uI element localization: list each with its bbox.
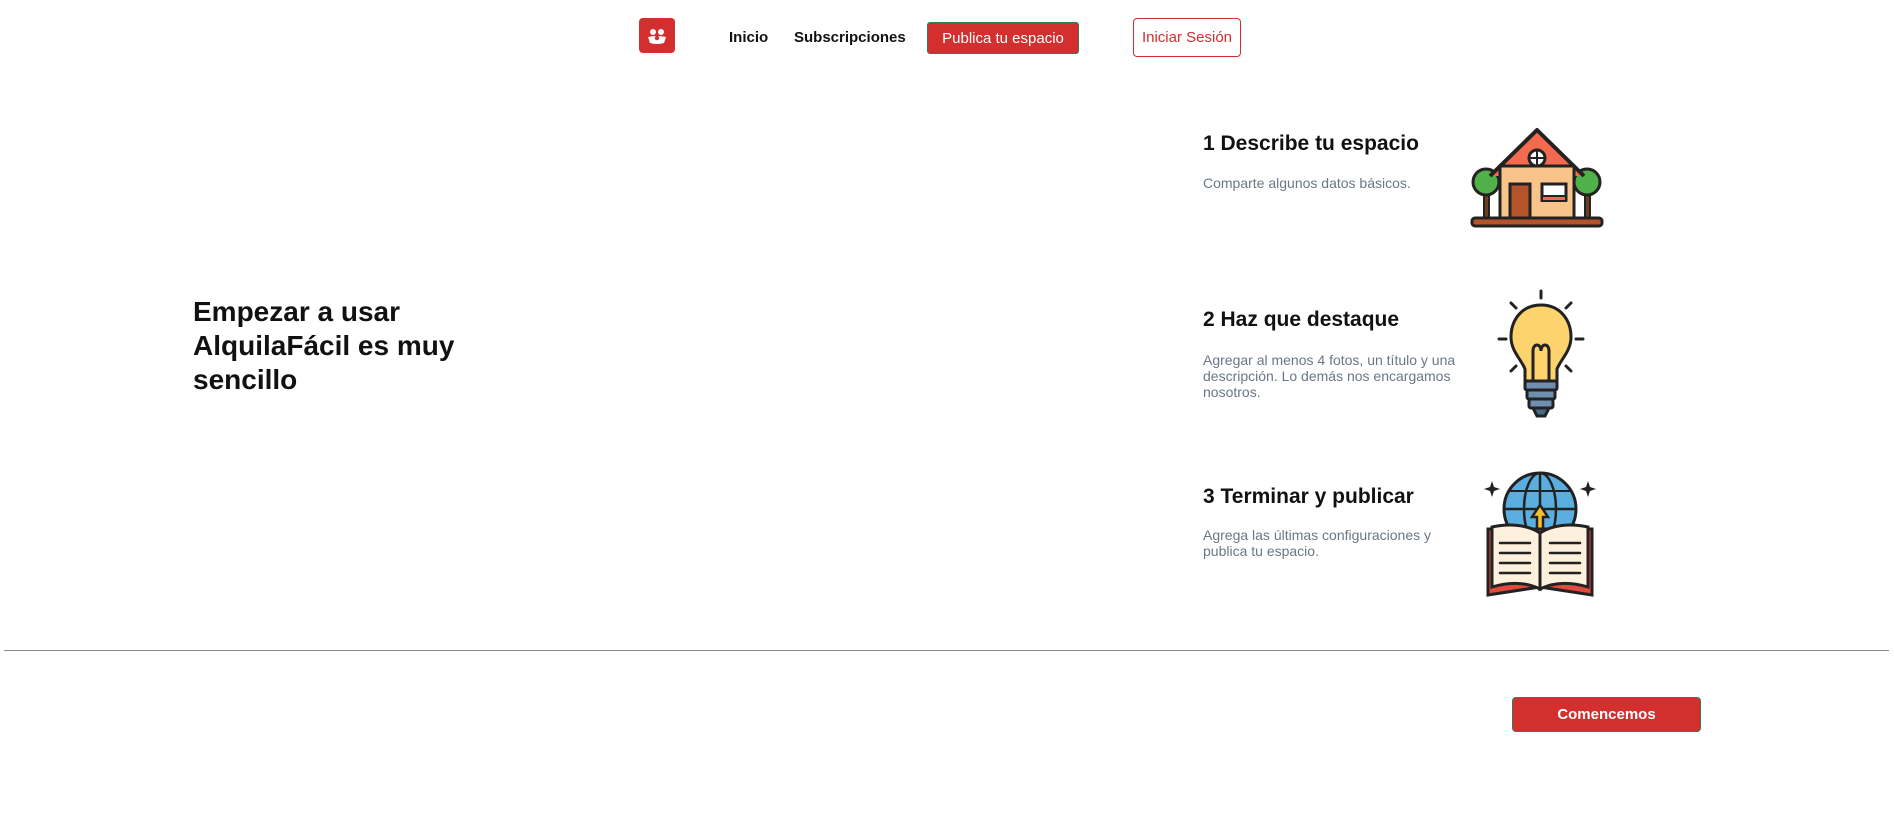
step-title: 1 Describe tu espacio	[1203, 132, 1419, 155]
step-title: 2 Haz que destaque	[1203, 308, 1400, 331]
login-button[interactable]: Iniciar Sesión	[1133, 18, 1241, 57]
nav-link-inicio[interactable]: Inicio	[729, 29, 768, 46]
house-icon	[1470, 128, 1604, 228]
book-globe-icon	[1484, 471, 1596, 597]
logo-button[interactable]	[639, 18, 675, 53]
hero-title: Empezar a usar AlquilaFácil es muy senci…	[193, 296, 455, 395]
step-description: Comparte algunos datos básicos.	[1203, 175, 1411, 191]
publish-space-button[interactable]: Publica tu espacio	[927, 22, 1079, 54]
people-icon	[648, 28, 666, 44]
step-title: 3 Terminar y publicar	[1203, 485, 1414, 508]
page: Inicio Subscripciones Publica tu espacio…	[0, 0, 1894, 826]
step-description: Agrega las últimas configuraciones y pub…	[1203, 527, 1432, 559]
step-description: Agregar al menos 4 fotos, un título y un…	[1203, 352, 1456, 400]
nav-link-subscripciones[interactable]: Subscripciones	[794, 29, 906, 46]
divider	[4, 650, 1889, 651]
start-button[interactable]: Comencemos	[1512, 697, 1701, 732]
lightbulb-icon	[1497, 289, 1585, 418]
